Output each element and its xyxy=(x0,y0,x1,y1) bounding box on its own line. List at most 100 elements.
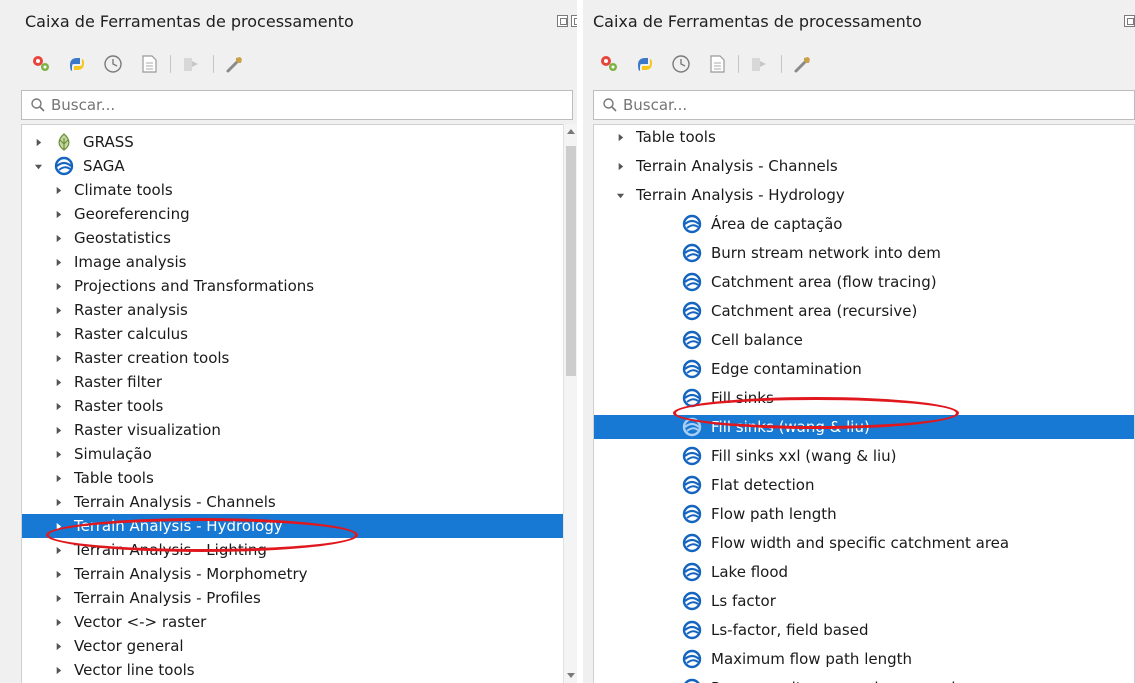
edit-features-in-place-icon[interactable] xyxy=(181,53,203,75)
tree-item[interactable]: Catchment area (flow tracing) xyxy=(594,270,1134,294)
tree-item[interactable]: Fill sinks xyxy=(594,386,1134,410)
search-box[interactable] xyxy=(593,90,1135,120)
tree-item[interactable]: Terrain Analysis - Morphometry xyxy=(22,562,572,586)
saga-icon xyxy=(682,620,702,640)
tree-item[interactable]: Terrain Analysis - Hydrology xyxy=(594,183,1134,207)
tree-item[interactable]: Lake flood xyxy=(594,560,1134,584)
python-scripts-icon[interactable] xyxy=(634,53,656,75)
tree-item[interactable]: Cell balance xyxy=(594,328,1134,352)
tree-item[interactable]: Paramemelton ruggedness number xyxy=(594,676,1134,683)
collapse-arrow-icon[interactable] xyxy=(52,424,64,436)
processing-models-icon[interactable] xyxy=(30,53,52,75)
tree-item[interactable]: Terrain Analysis - Lighting xyxy=(22,538,572,562)
options-wrench-icon[interactable] xyxy=(224,53,246,75)
collapse-arrow-icon[interactable] xyxy=(52,304,64,316)
tree-item[interactable]: Simulação xyxy=(22,442,572,466)
float-panel-icon[interactable] xyxy=(1124,15,1135,27)
tree-item-label: Ls-factor, field based xyxy=(711,621,869,639)
results-viewer-icon[interactable] xyxy=(706,53,728,75)
tree-item-label: Terrain Analysis - Channels xyxy=(74,493,276,511)
tree-item[interactable]: Raster visualization xyxy=(22,418,572,442)
processing-models-icon[interactable] xyxy=(598,53,620,75)
tree-item[interactable]: Flow path length xyxy=(594,502,1134,526)
search-input[interactable] xyxy=(623,96,1023,114)
search-input[interactable] xyxy=(51,96,451,114)
tree-scrollbar[interactable] xyxy=(563,124,577,683)
collapse-arrow-icon[interactable] xyxy=(52,376,64,388)
tree-item[interactable]: Edge contamination xyxy=(594,357,1134,381)
collapse-arrow-icon[interactable] xyxy=(52,616,64,628)
scroll-up-icon[interactable] xyxy=(567,129,575,134)
tree-item[interactable]: Vector line tools xyxy=(22,658,572,682)
scrollbar-thumb[interactable] xyxy=(566,146,576,376)
expand-arrow-icon[interactable] xyxy=(614,189,626,201)
float-panel-icon[interactable] xyxy=(557,15,568,27)
tree-item-label: Ls factor xyxy=(711,592,776,610)
collapse-arrow-icon[interactable] xyxy=(52,400,64,412)
tree-item[interactable]: Projections and Transformations xyxy=(22,274,572,298)
tree-item[interactable]: Terrain Analysis - Profiles xyxy=(22,586,572,610)
collapse-arrow-icon[interactable] xyxy=(52,544,64,556)
tree-item[interactable]: Área de captação xyxy=(594,212,1134,236)
tree-item[interactable]: Ls-factor, field based xyxy=(594,618,1134,642)
tree-item[interactable]: Raster tools xyxy=(22,394,572,418)
tree-item[interactable]: Flow width and specific catchment area xyxy=(594,531,1134,555)
tree-item[interactable]: Georeferencing xyxy=(22,202,572,226)
collapse-arrow-icon[interactable] xyxy=(52,280,64,292)
tree-item[interactable]: Terrain Analysis - Channels xyxy=(22,490,572,514)
search-box[interactable] xyxy=(21,90,573,120)
tree-item[interactable]: Fill sinks (wang & liu) xyxy=(594,415,1134,439)
tree-item[interactable]: Terrain Analysis - Hydrology xyxy=(22,514,572,538)
collapse-arrow-icon[interactable] xyxy=(52,568,64,580)
tree-item[interactable]: Terrain Analysis - Channels xyxy=(594,154,1134,178)
collapse-arrow-icon[interactable] xyxy=(32,136,44,148)
results-viewer-icon[interactable] xyxy=(138,53,160,75)
collapse-arrow-icon[interactable] xyxy=(52,592,64,604)
tree-item[interactable]: Ls factor xyxy=(594,589,1134,613)
tree-item[interactable]: Image analysis xyxy=(22,250,572,274)
tree-item[interactable]: Raster calculus xyxy=(22,322,572,346)
collapse-arrow-icon[interactable] xyxy=(52,472,64,484)
tree-item[interactable]: Vector <-> raster xyxy=(22,610,572,634)
collapse-arrow-icon[interactable] xyxy=(52,232,64,244)
tree-item[interactable]: Climate tools xyxy=(22,178,572,202)
collapse-arrow-icon[interactable] xyxy=(52,328,64,340)
edit-features-in-place-icon[interactable] xyxy=(749,53,771,75)
expand-arrow-icon[interactable] xyxy=(32,160,44,172)
algorithm-tree[interactable]: Table tools Terrain Analysis - Channels Te… xyxy=(593,124,1135,683)
tree-item[interactable]: GRASS xyxy=(22,130,572,154)
python-scripts-icon[interactable] xyxy=(66,53,88,75)
algorithm-tree[interactable]: GRASS SAGA Climate tools Georeferencing Geos… xyxy=(21,124,573,683)
tree-item[interactable]: Raster creation tools xyxy=(22,346,572,370)
tree-item[interactable]: Geostatistics xyxy=(22,226,572,250)
history-icon[interactable] xyxy=(102,53,124,75)
options-wrench-icon[interactable] xyxy=(792,53,814,75)
collapse-arrow-icon[interactable] xyxy=(52,256,64,268)
collapse-arrow-icon[interactable] xyxy=(52,448,64,460)
tree-item[interactable]: Table tools xyxy=(22,466,572,490)
tree-item[interactable]: Raster analysis xyxy=(22,298,572,322)
tree-item-label: Raster analysis xyxy=(74,301,188,319)
collapse-arrow-icon[interactable] xyxy=(52,496,64,508)
tree-item[interactable]: Vector general xyxy=(22,634,572,658)
tree-item[interactable]: Catchment area (recursive) xyxy=(594,299,1134,323)
collapse-arrow-icon[interactable] xyxy=(52,352,64,364)
collapse-arrow-icon[interactable] xyxy=(52,640,64,652)
tree-item-label: Fill sinks xyxy=(711,389,774,407)
tree-item[interactable]: Raster filter xyxy=(22,370,572,394)
collapse-arrow-icon[interactable] xyxy=(52,664,64,676)
collapse-arrow-icon[interactable] xyxy=(52,208,64,220)
collapse-arrow-icon[interactable] xyxy=(614,160,626,172)
tree-item[interactable]: SAGA xyxy=(22,154,572,178)
scroll-down-icon[interactable] xyxy=(567,673,575,678)
tree-item[interactable]: Fill sinks xxl (wang & liu) xyxy=(594,444,1134,468)
tree-item[interactable]: Table tools xyxy=(594,125,1134,149)
tree-item[interactable]: Burn stream network into dem xyxy=(594,241,1134,265)
tree-item[interactable]: Flat detection xyxy=(594,473,1134,497)
toolbox-toolbar xyxy=(30,50,246,78)
collapse-arrow-icon[interactable] xyxy=(52,520,64,532)
collapse-arrow-icon[interactable] xyxy=(52,184,64,196)
tree-item[interactable]: Maximum flow path length xyxy=(594,647,1134,671)
history-icon[interactable] xyxy=(670,53,692,75)
collapse-arrow-icon[interactable] xyxy=(614,131,626,143)
